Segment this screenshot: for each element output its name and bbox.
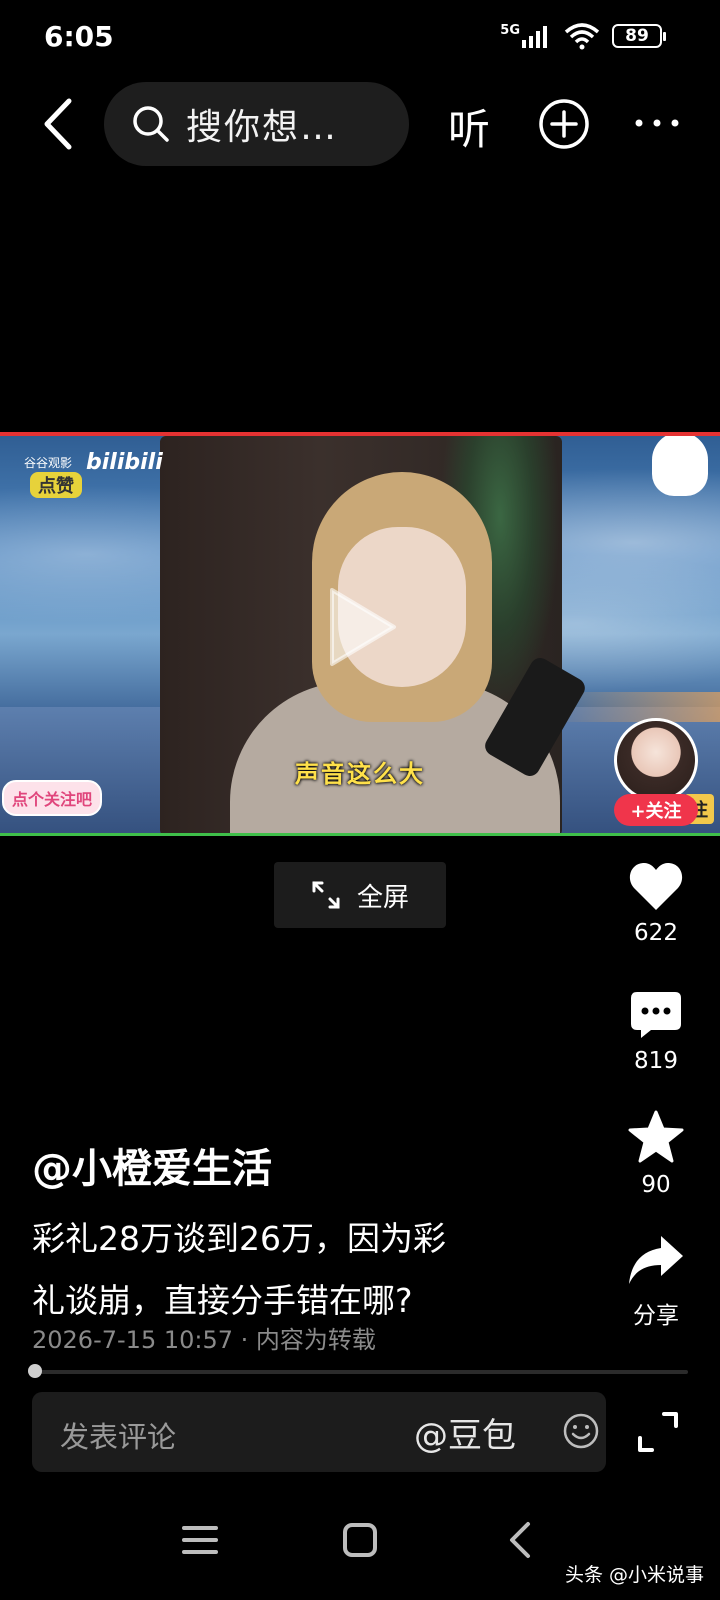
emoji-icon[interactable] xyxy=(562,1412,600,1450)
like-action[interactable]: 622 xyxy=(614,860,698,946)
video-progress-track[interactable] xyxy=(34,1370,688,1374)
favorite-action[interactable]: 90 xyxy=(614,1110,698,1198)
expand-icon[interactable] xyxy=(636,1410,680,1454)
video-watermark: 谷谷观影 bilibili 点赞 xyxy=(10,442,163,498)
favorite-count: 90 xyxy=(641,1172,671,1198)
watermark-label: 谷谷观影 xyxy=(24,456,73,470)
more-icon[interactable] xyxy=(632,108,682,138)
back-arrow-icon xyxy=(44,98,72,150)
video-progress-handle[interactable] xyxy=(28,1364,42,1378)
author-name[interactable]: @小橙爱生活 xyxy=(32,1136,272,1194)
search-text: 搜你想… xyxy=(186,107,339,148)
mention-button[interactable]: @豆包 xyxy=(414,1408,516,1457)
battery-level: 89 xyxy=(625,26,649,46)
add-icon[interactable] xyxy=(538,98,590,150)
share-icon xyxy=(629,1236,683,1284)
status-time: 6:05 xyxy=(44,20,114,53)
post-description: 彩礼28万谈到26万，因为彩 礼谈崩，直接分手错在哪? xyxy=(32,1208,552,1332)
play-icon[interactable] xyxy=(322,582,402,672)
follow-sticker: 点个关注吧 xyxy=(2,780,103,816)
listen-button[interactable]: 听 xyxy=(448,96,490,157)
search-input[interactable]: 搜你想… xyxy=(104,82,409,166)
network-type: 5G xyxy=(500,22,520,38)
video-bottom-line xyxy=(0,833,720,836)
fullscreen-button[interactable]: 全屏 xyxy=(274,862,446,928)
share-action[interactable]: 分享 xyxy=(614,1234,698,1330)
battery-indicator: 89 xyxy=(612,24,666,48)
search-icon xyxy=(133,106,169,142)
comment-action[interactable]: 819 xyxy=(614,990,698,1074)
video-top-line xyxy=(0,432,720,436)
star-icon xyxy=(628,1110,684,1163)
fullscreen-icon xyxy=(312,881,340,909)
status-indicators: 5G 89 xyxy=(500,22,666,50)
video-player[interactable]: 声音这么大 谷谷观影 bilibili 点赞 点个关注吧 注 +关注 xyxy=(0,432,720,836)
menu-icon[interactable] xyxy=(178,1518,222,1562)
home-icon[interactable] xyxy=(338,1518,382,1562)
video-subtitle: 声音这么大 xyxy=(295,760,425,788)
back-button[interactable] xyxy=(28,94,88,154)
top-bar: 搜你想… 听 xyxy=(0,82,720,166)
heart-icon xyxy=(629,862,683,910)
fullscreen-label: 全屏 xyxy=(356,882,409,913)
bunny-sticker xyxy=(652,432,708,496)
bilibili-logo: bilibili xyxy=(86,450,163,475)
comment-count: 819 xyxy=(634,1048,678,1074)
post-description-line: 彩礼28万谈到26万，因为彩 xyxy=(32,1219,446,1258)
comment-placeholder: 发表评论 xyxy=(60,1420,177,1454)
share-label: 分享 xyxy=(633,1303,679,1329)
follow-button[interactable]: +关注 xyxy=(614,794,698,826)
comment-icon xyxy=(631,992,681,1038)
status-bar: 6:05 5G 89 xyxy=(0,0,720,80)
wifi-icon xyxy=(564,23,600,50)
signal-icon xyxy=(522,26,547,48)
back-nav-icon[interactable] xyxy=(500,1518,544,1562)
site-watermark: 头条 @小米说事 xyxy=(564,1564,704,1586)
author-avatar[interactable] xyxy=(614,718,698,802)
like-sticker: 点赞 xyxy=(30,472,82,498)
comment-input[interactable]: 发表评论 @豆包 xyxy=(32,1392,606,1472)
like-count: 622 xyxy=(634,920,678,946)
post-meta: 2026-7-15 10:57 · 内容为转载 xyxy=(32,1326,376,1354)
